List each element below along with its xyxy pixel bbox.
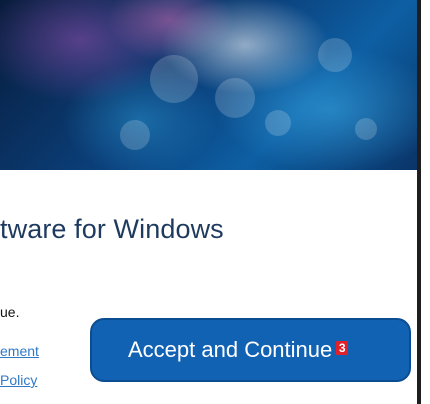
bokeh-light (355, 118, 377, 140)
bokeh-light (150, 55, 198, 103)
privacy-policy-link[interactable]: Policy (0, 372, 37, 388)
dialog-title: tware for Windows (0, 214, 224, 244)
dialog-body-text: ue. (0, 304, 20, 320)
accept-button-label: Accept and Continue (128, 337, 333, 362)
installer-dialog: tware for Windows ue. ement Policy Accep… (0, 0, 417, 404)
agreement-link[interactable]: ement (0, 343, 39, 359)
desktop-background (421, 0, 430, 404)
bokeh-light (265, 110, 291, 136)
accept-and-continue-button[interactable]: Accept and Continue 3 (90, 318, 411, 382)
shortcut-badge: 3 (336, 341, 349, 355)
bokeh-light (215, 78, 255, 118)
hero-banner-image (0, 0, 417, 170)
bokeh-light (318, 38, 352, 72)
bokeh-light (120, 120, 150, 150)
